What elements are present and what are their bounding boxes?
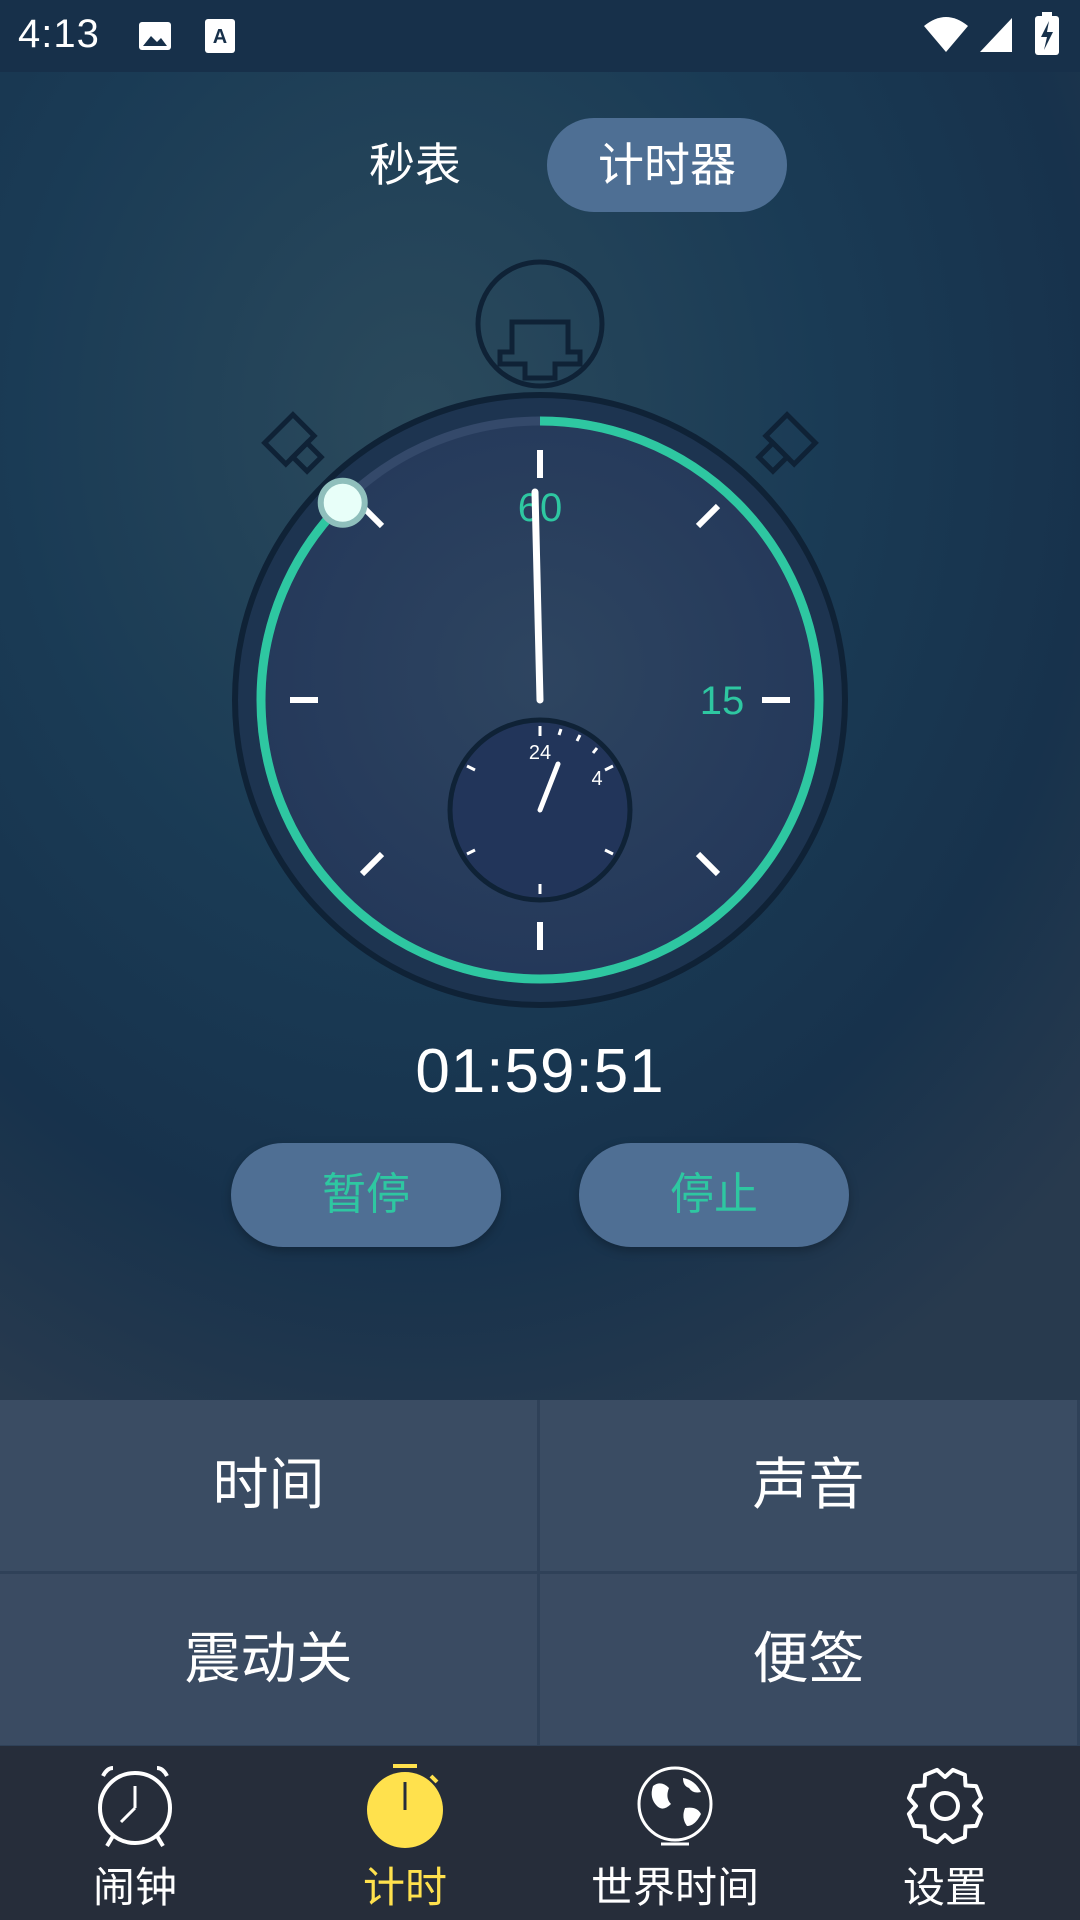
nav-label-alarm: 闹钟	[92, 1863, 177, 1912]
status-time: 4:13	[18, 12, 100, 56]
nav-item-world-time[interactable]: 世界时间	[540, 1746, 810, 1920]
remaining-time: 01:59:51	[415, 1037, 665, 1106]
sub-dial-label-24: 24	[529, 742, 551, 764]
alarm-clock-icon	[98, 1766, 172, 1848]
status-bar: 4:13 A	[0, 0, 1080, 72]
battery-charging-icon	[1035, 12, 1059, 55]
options-grid: 时间 声音 震动关 便签	[0, 1400, 1080, 1746]
sub-dial-label-4: 4	[591, 768, 602, 790]
nav-item-timer[interactable]: 计时	[270, 1746, 540, 1920]
dial-label-15: 15	[700, 679, 745, 723]
time-option[interactable]: 时间	[0, 1400, 537, 1571]
svg-text:A: A	[213, 26, 227, 48]
note-option[interactable]: 便签	[540, 1574, 1077, 1745]
nav-label-world-time: 世界时间	[590, 1863, 759, 1912]
image-icon	[139, 22, 171, 50]
tab-timer[interactable]: 计时器	[547, 118, 787, 212]
progress-knob[interactable]	[317, 477, 368, 528]
nav-label-settings: 设置	[902, 1863, 987, 1912]
text-a-icon: A	[205, 19, 235, 53]
timer-dial: 60 15 24 4	[232, 259, 848, 1008]
stop-button[interactable]: 停止	[579, 1143, 849, 1247]
tab-stopwatch[interactable]: 秒表	[340, 118, 490, 212]
stopwatch-icon	[367, 1764, 443, 1848]
globe-icon	[637, 1766, 713, 1846]
nav-item-settings[interactable]: 设置	[810, 1746, 1080, 1920]
bottom-nav: 闹钟 计时 世界时间 设置	[0, 1746, 1080, 1920]
crown	[475, 259, 605, 389]
sound-option[interactable]: 声音	[540, 1400, 1077, 1571]
nav-item-alarm[interactable]: 闹钟	[0, 1746, 270, 1920]
pause-button[interactable]: 暂停	[231, 1143, 501, 1247]
dial-label-60: 60	[518, 486, 563, 530]
wifi-icon	[924, 17, 968, 52]
nav-label-timer: 计时	[362, 1863, 447, 1912]
signal-icon	[980, 18, 1012, 52]
minute-hand	[531, 488, 544, 704]
vibration-option[interactable]: 震动关	[0, 1574, 537, 1745]
gear-icon	[906, 1767, 984, 1845]
